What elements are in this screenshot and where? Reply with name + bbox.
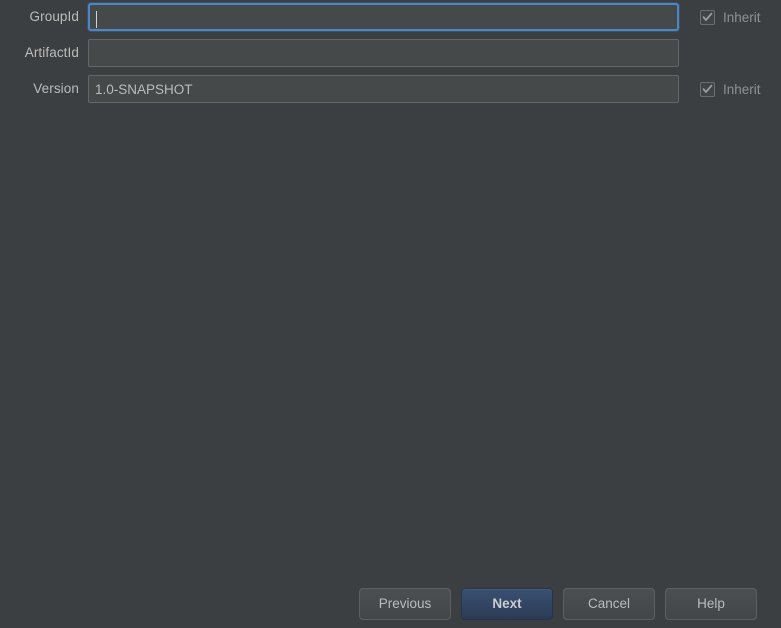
artifactid-label: ArtifactId [24,45,79,60]
check-icon [702,84,713,93]
field-row-version: Version Inherit [0,75,781,103]
maven-project-wizard-dialog: { "form": { "fields": [ { "label": "Grou… [0,0,781,628]
groupid-inherit-group[interactable]: Inherit [700,9,761,25]
version-inherit-group[interactable]: Inherit [700,81,761,97]
version-inherit-label: Inherit [723,81,761,97]
check-icon [702,12,713,21]
groupid-inherit-label: Inherit [723,9,761,25]
version-input[interactable] [88,75,679,103]
cancel-button[interactable]: Cancel [563,588,655,620]
artifactid-input[interactable] [88,39,679,67]
dialog-button-bar: Previous Next Cancel Help [0,580,781,628]
version-inherit-checkbox[interactable] [700,81,715,97]
field-row-artifactid: ArtifactId Inherit [0,39,781,67]
groupid-input[interactable] [88,3,679,31]
previous-button[interactable]: Previous [359,588,451,620]
groupid-inherit-checkbox[interactable] [700,9,715,25]
next-button[interactable]: Next [461,588,553,620]
help-button[interactable]: Help [665,588,757,620]
version-label: Version [33,81,79,96]
groupid-label: GroupId [29,9,79,24]
field-row-groupid: GroupId Inherit [0,3,781,31]
project-coordinates-form: GroupId Inherit ArtifactId Inherit Versi… [0,0,781,110]
